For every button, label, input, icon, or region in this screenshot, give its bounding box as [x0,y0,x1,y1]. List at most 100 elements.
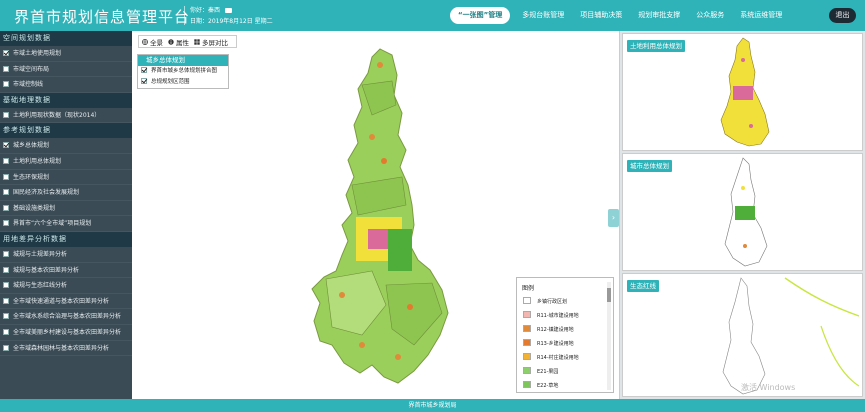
sidebar-item[interactable]: 土地利用总体规划 [0,154,132,170]
panel-title[interactable]: 土地利用总体规划 [627,40,685,52]
main-map[interactable]: 全景 属性 多屏对比 城乡总体规划 界首市城乡总体规划拼合图 总规规划区范围 ›… [132,31,620,399]
sidebar-item[interactable]: 全市域森林园林与基本农田差异分析 [0,341,132,357]
fullview-button[interactable]: 全景 [142,37,163,47]
legend-scrollbar[interactable] [607,282,611,390]
checkbox[interactable] [3,266,9,273]
sidebar-item[interactable]: 全市域水系综合治理与基本农田差异分析 [0,309,132,325]
urban-pink [368,229,390,249]
legend-scroll-thumb[interactable] [607,288,611,302]
legend-swatch [523,381,531,388]
legend-title: 图例 [522,285,535,292]
sidebar-item[interactable]: 城乡总体规划 [0,138,132,154]
sidebar-item[interactable]: 土地利用现状数据（现状2014） [0,108,132,124]
checkbox[interactable] [3,282,9,289]
app-title: 界首市规划信息管理平台 [14,8,191,26]
town-dot [377,62,383,68]
nav-one-map[interactable]: “一张图”管理 [450,7,511,24]
legend-item: R11-城市建设用地 [517,309,613,323]
panel-title[interactable]: 生态红线 [627,280,659,292]
checkbox[interactable] [3,313,9,320]
layer-panel-title[interactable]: 城乡总体规划 [138,55,228,66]
land-use-map [720,37,770,147]
checkbox[interactable] [3,220,9,227]
section-spatial-planning[interactable]: 空间规划数据 [0,31,132,46]
sidebar-item[interactable]: 城规与基本农田差异分析 [0,263,132,279]
sidebar-item[interactable]: 全市域快速通道与基本农田差异分析 [0,294,132,310]
city-master-core [735,206,755,220]
eco-redline-river [820,325,860,387]
legend-swatch [523,325,531,332]
legend-item: E21-果园 [517,365,613,379]
checkbox[interactable] [3,328,9,335]
top-navigation: “一张图”管理 多规台账管理 项目辅助决策 规划审批支撑 公众服务 系统运维管理 [450,7,790,24]
layer-row[interactable]: 界首市城乡总体规划拼合图 [138,66,228,77]
user-label: 你好：秦西 [190,7,221,14]
legend-item: R14-村庄建设用地 [517,351,613,365]
sidebar-item[interactable]: 基础设施类规划 [0,201,132,217]
checkbox[interactable] [3,344,9,351]
sidebar-item[interactable]: 生态环保规划 [0,170,132,186]
multi-screen-button[interactable]: 多屏对比 [194,37,228,47]
sidebar-item[interactable]: 市域空间布局 [0,62,132,78]
logout-button[interactable]: 退出 [829,8,856,23]
legend-item: R12-镇建设用地 [517,323,613,337]
legend-item: R13-乡建设用地 [517,337,613,351]
panel-title[interactable]: 城市总体规划 [627,160,672,172]
layer-row[interactable]: 总规规划区范围 [138,77,228,88]
checkbox-checked[interactable] [3,142,9,149]
sidebar-item[interactable]: 市域土地使用规划 [0,46,132,62]
nav-system-ops[interactable]: 系统运维管理 [732,7,790,24]
checkbox-checked[interactable] [141,78,147,84]
footer: 界首市城乡规划局 [0,399,865,412]
sidebar-item[interactable]: 城规与生态红线分析 [0,278,132,294]
checkbox-checked[interactable] [141,67,147,73]
city-master-town [743,244,747,248]
section-reference-planning[interactable]: 参考规划数据 [0,123,132,139]
checkbox[interactable] [3,250,9,257]
sidebar-item[interactable]: 界首市“六个全市域”项目规划 [0,216,132,232]
checkbox[interactable] [3,189,9,196]
land-use-town [741,58,745,62]
town-dot [407,304,413,310]
collapse-panel-button[interactable]: › [608,209,619,227]
attribute-button[interactable]: 属性 [168,37,189,47]
town-dot [339,292,345,298]
sidebar: 空间规划数据 市域土地使用规划 市域空间布局 市域控制线 基础地理数据 土地利用… [0,31,132,399]
checkbox[interactable] [3,65,9,72]
panel-city-master[interactable]: 城市总体规划 [622,153,863,271]
sidebar-item[interactable]: 国民经济及社会发展规划 [0,185,132,201]
legend-swatch [523,367,531,374]
town-dot [395,354,401,360]
panel-eco-redline[interactable]: 生态红线 激活 Windows [622,273,863,397]
legend-swatch [523,311,531,318]
checkbox[interactable] [3,173,9,180]
date-label: 日期：2019年8月12日 星期二 [190,18,273,25]
nav-public-service[interactable]: 公众服务 [688,7,732,24]
app-header: 界首市规划信息管理平台 你好：秦西 日期：2019年8月12日 星期二 “一张图… [0,0,865,31]
checkbox[interactable] [3,111,9,118]
legend-swatch [523,297,531,304]
panel-land-use[interactable]: 土地利用总体规划 [622,33,863,151]
section-land-diff[interactable]: 用地差异分析数据 [0,231,132,247]
sidebar-item[interactable]: 市域控制线 [0,77,132,93]
info-icon [168,38,174,45]
sidebar-item[interactable]: 全市域美丽乡村建设与基本农田差异分析 [0,325,132,341]
checkbox-checked[interactable] [3,50,9,56]
nav-multi-plan-ledger[interactable]: 多规台账管理 [514,7,572,24]
layer-panel: 城乡总体规划 界首市城乡总体规划拼合图 总规规划区范围 [137,54,229,89]
town-dot [381,158,387,164]
nav-plan-approval[interactable]: 规划审批支撑 [630,7,688,24]
checkbox[interactable] [3,81,9,88]
grid-icon [194,38,200,45]
county-map[interactable] [302,45,462,387]
checkbox[interactable] [3,204,9,211]
mail-icon[interactable] [224,8,232,13]
sidebar-item[interactable]: 城规与土规差异分析 [0,247,132,263]
eco-zone [388,229,412,271]
nav-project-decision[interactable]: 项目辅助决策 [572,7,630,24]
section-basic-geo[interactable]: 基础地理数据 [0,92,132,108]
legend-item: E22-草地 [517,379,613,392]
checkbox[interactable] [3,157,9,164]
eco-redline-map [722,277,860,395]
checkbox[interactable] [3,297,9,304]
